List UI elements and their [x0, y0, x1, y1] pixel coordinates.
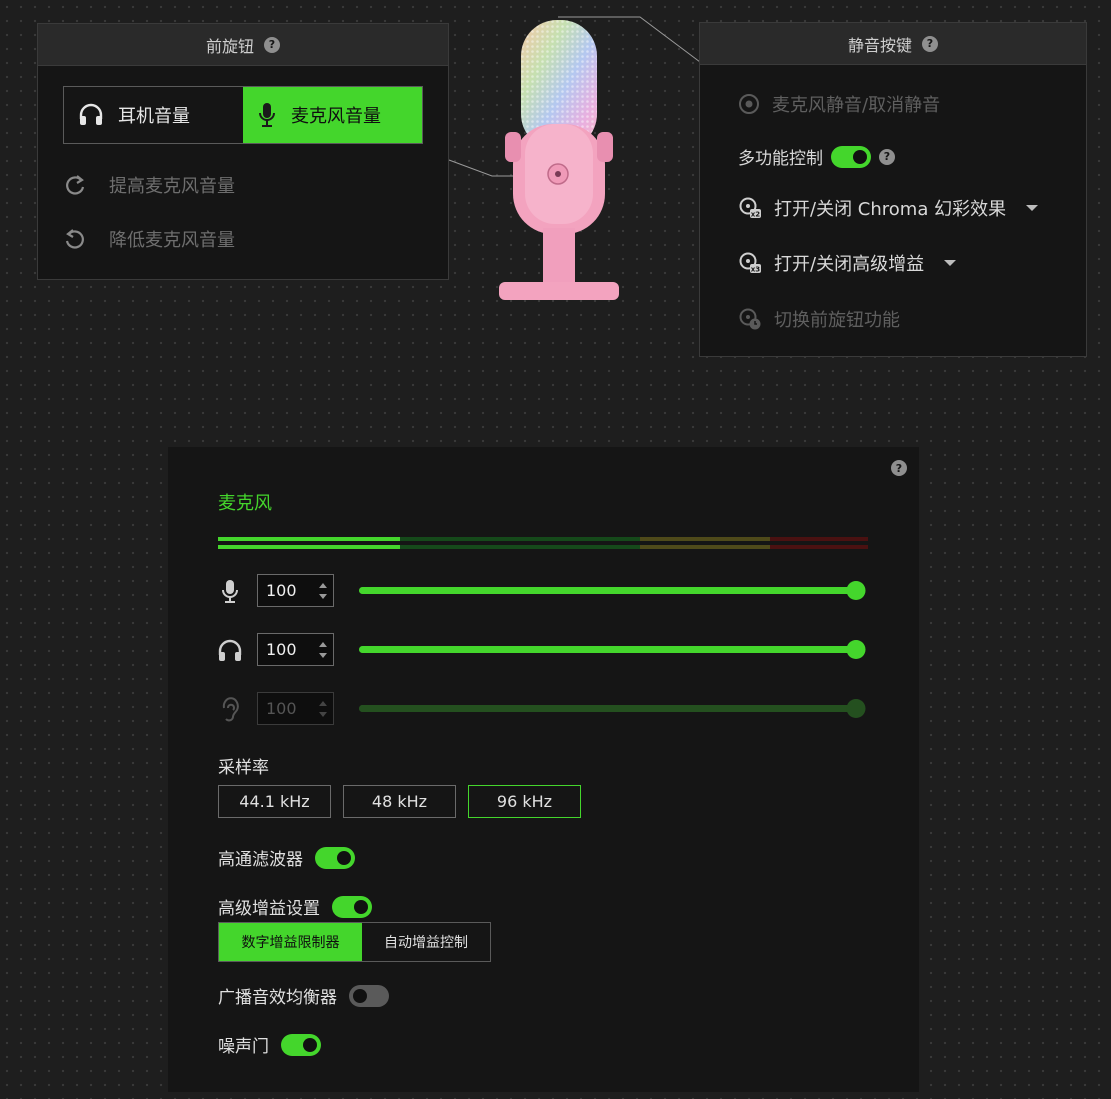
headphone-volume-mode-button[interactable]: 耳机音量	[64, 87, 243, 143]
microphone-illustration	[495, 14, 623, 306]
microphone-icon	[216, 578, 244, 606]
front-knob-title: 前旋钮	[205, 36, 254, 56]
high-pass-filter-row: 高通滤波器	[218, 845, 355, 870]
auto-gain-control-button[interactable]: 自动增益控制	[362, 923, 490, 961]
mute-button-header: 静音按键 ?	[700, 23, 1086, 65]
high-pass-filter-label: 高通滤波器	[218, 850, 303, 870]
mute-toggle-option[interactable]: 麦克风静音/取消静音	[738, 91, 940, 117]
advanced-gain-label: 高级增益设置	[218, 899, 320, 919]
knob-mode-selector: 耳机音量 麦克风音量	[63, 86, 423, 144]
slider-thumb[interactable]	[846, 640, 866, 659]
front-knob-panel: 前旋钮 ? 耳机音量 麦克风音量 提高麦克风音量 降低麦克风音量	[37, 23, 449, 280]
mute-button-panel: 静音按键 ? 麦克风静音/取消静音 多功能控制 ? x2 打开/关闭 Chrom…	[699, 22, 1087, 357]
mute-button-title: 静音按键	[847, 35, 912, 55]
broadcast-eq-row: 广播音效均衡器	[218, 983, 389, 1008]
chevron-down-icon[interactable]	[944, 260, 957, 266]
broadcast-eq-label: 广播音效均衡器	[218, 988, 337, 1008]
front-knob-header: 前旋钮 ?	[38, 24, 448, 66]
slider-fill	[359, 705, 856, 712]
headphones-icon	[216, 637, 244, 665]
slider-fill	[359, 587, 856, 594]
help-icon[interactable]: ?	[891, 460, 907, 476]
microphone-section-title: 麦克风	[218, 493, 272, 514]
microphone-icon	[257, 101, 277, 129]
sample-rate-44k-button[interactable]: 44.1 kHz	[218, 785, 331, 818]
decrease-mic-volume-label: 降低麦克风音量	[109, 230, 235, 251]
svg-text:x3: x3	[751, 266, 761, 274]
ear-icon	[216, 696, 244, 724]
radio-dot-icon	[738, 93, 760, 115]
sample-rate-48k-button[interactable]: 48 kHz	[343, 785, 456, 818]
stepper-up-icon[interactable]	[319, 583, 327, 588]
stepper-down-icon[interactable]	[319, 594, 327, 599]
knob-action-increase: 提高麦克风音量	[63, 172, 235, 198]
stepper-down-icon[interactable]	[319, 653, 327, 658]
broadcast-eq-toggle[interactable]	[349, 984, 389, 1007]
sidetone-volume-row	[216, 692, 876, 726]
sidetone-volume-input	[258, 693, 308, 724]
chroma-toggle-option[interactable]: x2 打开/关闭 Chroma 幻彩效果	[738, 195, 1039, 221]
microphone-settings-panel: ? 麦克风 100 100 100 采样率 44.1 kHz 48 kHz 96…	[168, 447, 919, 1092]
slider-thumb[interactable]	[846, 581, 866, 600]
knob-action-decrease: 降低麦克风音量	[63, 226, 235, 252]
headphone-volume-stepper[interactable]	[257, 633, 334, 666]
switch-knob-function-label: 切换前旋钮功能	[774, 310, 900, 331]
stepper-down-icon	[319, 712, 327, 717]
headphones-icon	[78, 103, 104, 127]
noise-gate-row: 噪声门	[218, 1032, 321, 1057]
sidetone-volume-slider	[359, 699, 866, 718]
multifunction-toggle[interactable]	[831, 145, 871, 168]
noise-gate-label: 噪声门	[218, 1037, 269, 1057]
double-press-icon: x2	[738, 196, 762, 220]
mic-volume-stepper[interactable]	[257, 574, 334, 607]
mic-volume-mode-button[interactable]: 麦克风音量	[243, 87, 422, 143]
stepper-up-icon[interactable]	[319, 642, 327, 647]
chevron-down-icon[interactable]	[1026, 205, 1039, 211]
advanced-gain-row: 高级增益设置	[218, 894, 372, 919]
sample-rate-label: 采样率	[218, 758, 269, 778]
long-press-icon	[738, 307, 762, 331]
chroma-toggle-label: 打开/关闭 Chroma 幻彩效果	[774, 199, 1007, 220]
stepper-up-icon	[319, 701, 327, 706]
headphone-volume-slider[interactable]	[359, 640, 866, 659]
slider-fill	[359, 646, 856, 653]
input-level-meter-bottom	[218, 545, 868, 549]
rotate-clockwise-icon	[63, 173, 87, 197]
rotate-counterclockwise-icon	[63, 227, 87, 251]
gain-mode-selector: 数字增益限制器 自动增益控制	[218, 922, 491, 962]
sidetone-volume-stepper	[257, 692, 334, 725]
help-icon[interactable]: ?	[264, 36, 280, 53]
input-level-meter-top	[218, 537, 868, 541]
mic-volume-row	[216, 574, 876, 608]
help-icon[interactable]: ?	[922, 35, 938, 52]
mic-volume-mode-label: 麦克风音量	[291, 106, 381, 127]
multifunction-control-row: 多功能控制 ?	[738, 144, 895, 169]
noise-gate-toggle[interactable]	[281, 1033, 321, 1056]
high-pass-filter-toggle[interactable]	[315, 846, 355, 869]
slider-thumb	[846, 699, 866, 718]
headphone-volume-input[interactable]	[258, 634, 308, 665]
mic-volume-input[interactable]	[258, 575, 308, 606]
multifunction-label: 多功能控制	[738, 149, 823, 169]
switch-knob-function-option[interactable]: 切换前旋钮功能	[738, 306, 900, 332]
help-icon[interactable]: ?	[879, 148, 895, 165]
digital-gain-limiter-button[interactable]: 数字增益限制器	[219, 923, 362, 961]
advanced-gain-toggle-label: 打开/关闭高级增益	[774, 254, 925, 275]
svg-text:x2: x2	[751, 211, 761, 219]
triple-press-icon: x3	[738, 251, 762, 275]
headphone-volume-mode-label: 耳机音量	[118, 106, 190, 127]
advanced-gain-toggle[interactable]	[332, 895, 372, 918]
mic-volume-slider[interactable]	[359, 581, 866, 600]
headphone-volume-row	[216, 633, 876, 667]
mute-toggle-label: 麦克风静音/取消静音	[772, 95, 941, 116]
advanced-gain-toggle-option[interactable]: x3 打开/关闭高级增益	[738, 250, 957, 276]
increase-mic-volume-label: 提高麦克风音量	[109, 176, 235, 197]
sample-rate-96k-button[interactable]: 96 kHz	[468, 785, 581, 818]
